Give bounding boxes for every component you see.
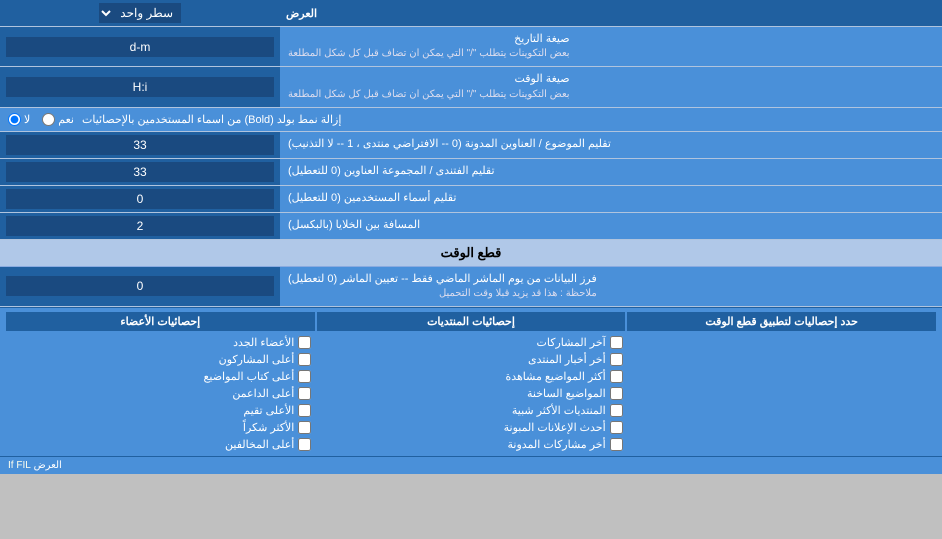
spacing-input[interactable] (6, 216, 274, 236)
remove-bold-label: إزالة نمط بولد (Bold) من اسماء المستخدمي… (82, 113, 341, 126)
time-format-label: صيغة الوقت بعض التكوينات يتطلب "/" التي … (280, 67, 942, 106)
list-item: المواضيع الساخنة (317, 386, 624, 401)
remove-bold-radio-group: نعم لا (8, 113, 74, 126)
checkbox-top-topic-writers[interactable] (298, 370, 311, 383)
date-format-label: صيغة التاريخ بعض التكوينات يتطلب "/" الت… (280, 27, 942, 66)
checkbox-blog-posts[interactable] (610, 438, 623, 451)
radio-yes-label: نعم (58, 113, 74, 126)
spacing-row: المسافة بين الخلايا (بالبكسل) (0, 213, 942, 240)
right-header-label: العرض (280, 0, 942, 26)
time-format-row: صيغة الوقت بعض التكوينات يتطلب "/" التي … (0, 67, 942, 107)
remove-bold-label-cell: إزالة نمط بولد (Bold) من اسماء المستخدمي… (0, 108, 942, 131)
remove-bold-row: إزالة نمط بولد (Bold) من اسماء المستخدمي… (0, 108, 942, 132)
realtime-input[interactable] (6, 276, 274, 296)
time-format-input-cell (0, 67, 280, 106)
forum-count-label: تقليم الفتندى / المجموعة العناوين (0 للت… (280, 159, 942, 185)
checkbox-top-supporters[interactable] (298, 387, 311, 400)
radio-yes: نعم (42, 113, 74, 126)
date-format-row: صيغة التاريخ بعض التكوينات يتطلب "/" الت… (0, 27, 942, 67)
realtime-label: فرز البيانات من يوم الماشر الماضي فقط --… (280, 267, 942, 306)
checkbox-last-posts[interactable] (610, 336, 623, 349)
realtime-row: فرز البيانات من يوم الماشر الماضي فقط --… (0, 267, 942, 307)
spacing-input-cell (0, 213, 280, 239)
topics-count-input[interactable] (6, 135, 274, 155)
list-item: أخر مشاركات المدونة (317, 437, 624, 452)
top-select-cell: سطر واحد سطرين ثلاثة أسطر (0, 0, 280, 26)
list-item: أعلى المشاركون (6, 352, 313, 367)
list-item: الأكثر شكراً (6, 420, 313, 435)
list-item: أحدث الإعلانات المبونة (317, 420, 624, 435)
list-item: المنتديات الأكثر شبية (317, 403, 624, 418)
checkbox-top-rated[interactable] (298, 404, 311, 417)
checkbox-top-posters[interactable] (298, 353, 311, 366)
users-count-label: تقليم أسماء المستخدمين (0 للتعطيل) (280, 186, 942, 212)
checkbox-last-news[interactable] (610, 353, 623, 366)
topics-count-row: تقليم الموضوع / العناوين المدونة (0 -- ا… (0, 132, 942, 159)
checkboxes-content: آخر المشاركات أخر أخبار المنتدى أكثر الم… (6, 335, 936, 452)
list-item: الأعضاء الجدد (6, 335, 313, 350)
forum-count-input[interactable] (6, 162, 274, 182)
forum-count-row: تقليم الفتندى / المجموعة العناوين (0 للت… (0, 159, 942, 186)
forum-count-input-cell (0, 159, 280, 185)
date-format-input[interactable] (6, 37, 274, 57)
col1-header: إحصائيات المنتديات (317, 312, 626, 331)
users-count-input-cell (0, 186, 280, 212)
checkbox-most-viewed[interactable] (610, 370, 623, 383)
checkbox-popular-forums[interactable] (610, 404, 623, 417)
top-row: العرض سطر واحد سطرين ثلاثة أسطر (0, 0, 942, 27)
footer-hint: العرض If FIL (0, 456, 942, 474)
list-item: آخر المشاركات (317, 335, 624, 350)
forum-stats-col: آخر المشاركات أخر أخبار المنتدى أكثر الم… (317, 335, 624, 452)
checkbox-most-thanked[interactable] (298, 421, 311, 434)
list-item: أعلى كتاب المواضيع (6, 369, 313, 384)
checkbox-hot-topics[interactable] (610, 387, 623, 400)
realtime-section-header: قطع الوقت (0, 240, 942, 267)
realtime-input-cell (0, 267, 280, 306)
empty-col (629, 335, 936, 452)
radio-no-label: لا (24, 113, 30, 126)
radio-no-input[interactable] (8, 113, 21, 126)
radio-yes-input[interactable] (42, 113, 55, 126)
spacing-label: المسافة بين الخلايا (بالبكسل) (280, 213, 942, 239)
checkbox-top-violators[interactable] (298, 438, 311, 451)
main-container: العرض سطر واحد سطرين ثلاثة أسطر صيغة الت… (0, 0, 942, 474)
list-item: الأعلى تقيم (6, 403, 313, 418)
col2-header: إحصائيات الأعضاء (6, 312, 315, 331)
topics-count-input-cell (0, 132, 280, 158)
list-item: أعلى المخالفين (6, 437, 313, 452)
single-line-select[interactable]: سطر واحد سطرين ثلاثة أسطر (99, 3, 181, 23)
date-format-input-cell (0, 27, 280, 66)
list-item: أعلى الداعمن (6, 386, 313, 401)
list-item: أكثر المواضيع مشاهدة (317, 369, 624, 384)
checkboxes-header-row: حدد إحصاليات لتطبيق قطع الوقت إحصائيات ا… (6, 312, 936, 331)
radio-no: لا (8, 113, 30, 126)
checkbox-new-members[interactable] (298, 336, 311, 349)
checkbox-announcements[interactable] (610, 421, 623, 434)
checkboxes-area: حدد إحصاليات لتطبيق قطع الوقت إحصائيات ا… (0, 307, 942, 456)
users-count-row: تقليم أسماء المستخدمين (0 للتعطيل) (0, 186, 942, 213)
member-stats-col: الأعضاء الجدد أعلى المشاركون أعلى كتاب ا… (6, 335, 313, 452)
apply-stats-label: حدد إحصاليات لتطبيق قطع الوقت (627, 312, 936, 331)
topics-count-label: تقليم الموضوع / العناوين المدونة (0 -- ا… (280, 132, 942, 158)
list-item: أخر أخبار المنتدى (317, 352, 624, 367)
users-count-input[interactable] (6, 189, 274, 209)
time-format-input[interactable] (6, 77, 274, 97)
